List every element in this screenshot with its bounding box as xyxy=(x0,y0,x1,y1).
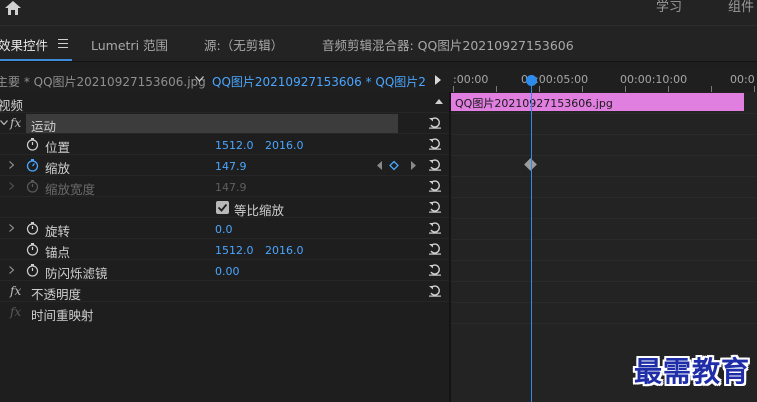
uniform-scale-label: 等比缩放 xyxy=(234,203,285,218)
workspace-tab-learn[interactable]: 学习 xyxy=(656,0,682,15)
timeline-row-line xyxy=(451,197,757,198)
workspace-bar: 学习 组件 xyxy=(0,0,757,26)
add-keyframe-icon xyxy=(389,160,399,171)
reset-icon[interactable] xyxy=(428,180,442,192)
scale-width-label: 缩放宽度 xyxy=(45,182,96,197)
tab-audio-clip-mixer[interactable]: 音频剪辑混合器: QQ图片20210927153606 xyxy=(322,35,574,54)
timeline-row-line xyxy=(451,176,757,177)
chevron-down-icon[interactable] xyxy=(195,76,204,82)
master-clip-label[interactable]: 主要 * QQ图片20210927153606.jpg xyxy=(0,73,206,90)
timeline-row-line xyxy=(451,134,757,135)
chevron-right-icon[interactable] xyxy=(9,224,14,232)
timeline-row-line xyxy=(451,323,757,324)
timeline-row-line xyxy=(451,260,757,261)
effect-controls-list: 视频 fx 运动 位置 1512.0 2016.0 缩放 147.9 缩放宽度 … xyxy=(0,92,449,402)
prev-keyframe-icon xyxy=(377,161,382,170)
position-y-value[interactable]: 2016.0 xyxy=(265,139,304,152)
tab-effect-controls[interactable]: 效果控件 xyxy=(0,35,48,54)
reset-icon[interactable] xyxy=(428,264,442,276)
timeline-row-line xyxy=(451,239,757,240)
effect-row-opacity[interactable]: fx 不透明度 xyxy=(0,281,449,302)
anchor-point-label: 锚点 xyxy=(45,245,71,260)
panel-menu-icon[interactable] xyxy=(58,39,68,48)
video-section-label: 视频 xyxy=(0,98,24,113)
stopwatch-icon xyxy=(26,180,39,193)
playhead-line[interactable] xyxy=(531,80,532,402)
panel-tab-row: 效果控件 Lumetri 范围 源:（无剪辑） 音频剪辑混合器: QQ图片202… xyxy=(0,26,757,62)
home-icon[interactable] xyxy=(3,0,23,16)
timeline-row-line xyxy=(451,155,757,156)
sequence-clip-label[interactable]: QQ图片20210927153606 * QQ图片2... xyxy=(212,73,426,90)
ruler-label-15s: 00:0 xyxy=(730,73,755,86)
stopwatch-icon[interactable] xyxy=(26,222,39,235)
timeline-clip-name: QQ图片20210927153606.jpg xyxy=(455,97,613,110)
uniform-scale-checkbox[interactable] xyxy=(216,201,229,214)
rotation-value[interactable]: 0.0 xyxy=(215,223,233,236)
timeline-row-line xyxy=(451,281,757,282)
timeline-row-line xyxy=(451,302,757,303)
property-row-scale-width: 缩放宽度 147.9 xyxy=(0,176,449,197)
stopwatch-icon[interactable] xyxy=(26,243,39,256)
property-row-anchor-point[interactable]: 锚点 1512.0 2016.0 xyxy=(0,239,449,260)
anchor-x-value[interactable]: 1512.0 xyxy=(215,244,254,257)
watermark-logo: 最需教育 xyxy=(634,355,751,388)
scale-label: 缩放 xyxy=(45,161,71,176)
position-label: 位置 xyxy=(45,140,71,155)
tab-source-monitor[interactable]: 源:（无剪辑） xyxy=(204,35,283,54)
reset-icon[interactable] xyxy=(428,285,442,297)
antiflicker-label: 防闪烁滤镜 xyxy=(45,266,108,281)
opacity-label: 不透明度 xyxy=(31,287,82,302)
chevron-down-icon[interactable] xyxy=(0,120,8,125)
anchor-y-value[interactable]: 2016.0 xyxy=(265,244,304,257)
property-row-antiflicker[interactable]: 防闪烁滤镜 0.00 xyxy=(0,260,449,281)
chevron-right-icon xyxy=(9,182,14,190)
reset-icon[interactable] xyxy=(428,243,442,255)
collapse-up-icon[interactable] xyxy=(435,99,443,104)
effect-row-time-remapping[interactable]: fx 时间重映射 xyxy=(0,302,449,323)
timeline-clip[interactable]: QQ图片20210927153606.jpg xyxy=(451,93,744,111)
stopwatch-icon[interactable] xyxy=(26,138,39,151)
motion-effect-bar[interactable] xyxy=(26,114,398,133)
ruler-label-10s: 00:00:10:00 xyxy=(620,73,688,86)
reset-icon[interactable] xyxy=(428,159,442,171)
stopwatch-icon[interactable] xyxy=(26,264,39,277)
stopwatch-active-icon[interactable] xyxy=(26,159,39,172)
playhead-handle[interactable] xyxy=(526,75,537,86)
chevron-right-icon[interactable] xyxy=(9,266,14,274)
effect-row-motion[interactable]: fx 运动 xyxy=(0,113,449,134)
fx-icon[interactable]: fx xyxy=(10,116,21,130)
antiflicker-value[interactable]: 0.00 xyxy=(215,265,240,278)
reset-icon[interactable] xyxy=(428,117,442,129)
ruler-label-0: :00:00 xyxy=(453,73,489,86)
reset-icon[interactable] xyxy=(428,138,442,150)
timeline-ruler[interactable]: :00:00 00:00:05:00 00:00:10:00 00:0 xyxy=(451,68,757,92)
rotation-label: 旋转 xyxy=(45,224,71,239)
show-timeline-toggle-icon[interactable] xyxy=(435,75,441,85)
tab-lumetri-scopes[interactable]: Lumetri 范围 xyxy=(91,35,168,54)
scale-width-value: 147.9 xyxy=(215,181,247,194)
property-row-scale[interactable]: 缩放 147.9 xyxy=(0,155,449,176)
property-row-position[interactable]: 位置 1512.0 2016.0 xyxy=(0,134,449,155)
chevron-right-icon[interactable] xyxy=(9,161,14,169)
reset-icon[interactable] xyxy=(428,201,442,213)
property-row-uniform-scale[interactable]: 等比缩放 xyxy=(0,197,449,218)
workspace-tab-assemble[interactable]: 组件 xyxy=(728,0,754,15)
reset-icon[interactable] xyxy=(428,222,442,234)
keyframe-navigator[interactable] xyxy=(376,160,418,171)
timeline-row-line xyxy=(451,218,757,219)
scale-value[interactable]: 147.9 xyxy=(215,160,247,173)
active-tab-indicator xyxy=(0,59,72,61)
time-remapping-label: 时间重映射 xyxy=(31,308,94,323)
fx-icon: fx xyxy=(10,305,22,319)
clip-selector-row: 主要 * QQ图片20210927153606.jpg QQ图片20210927… xyxy=(0,68,451,92)
motion-label: 运动 xyxy=(31,119,57,134)
fx-icon[interactable]: fx xyxy=(10,284,21,298)
next-keyframe-icon xyxy=(411,161,416,170)
check-icon xyxy=(217,203,228,212)
video-section-header: 视频 xyxy=(0,92,449,113)
position-x-value[interactable]: 1512.0 xyxy=(215,139,254,152)
property-row-rotation[interactable]: 旋转 0.0 xyxy=(0,218,449,239)
timeline-row-line xyxy=(451,113,757,114)
